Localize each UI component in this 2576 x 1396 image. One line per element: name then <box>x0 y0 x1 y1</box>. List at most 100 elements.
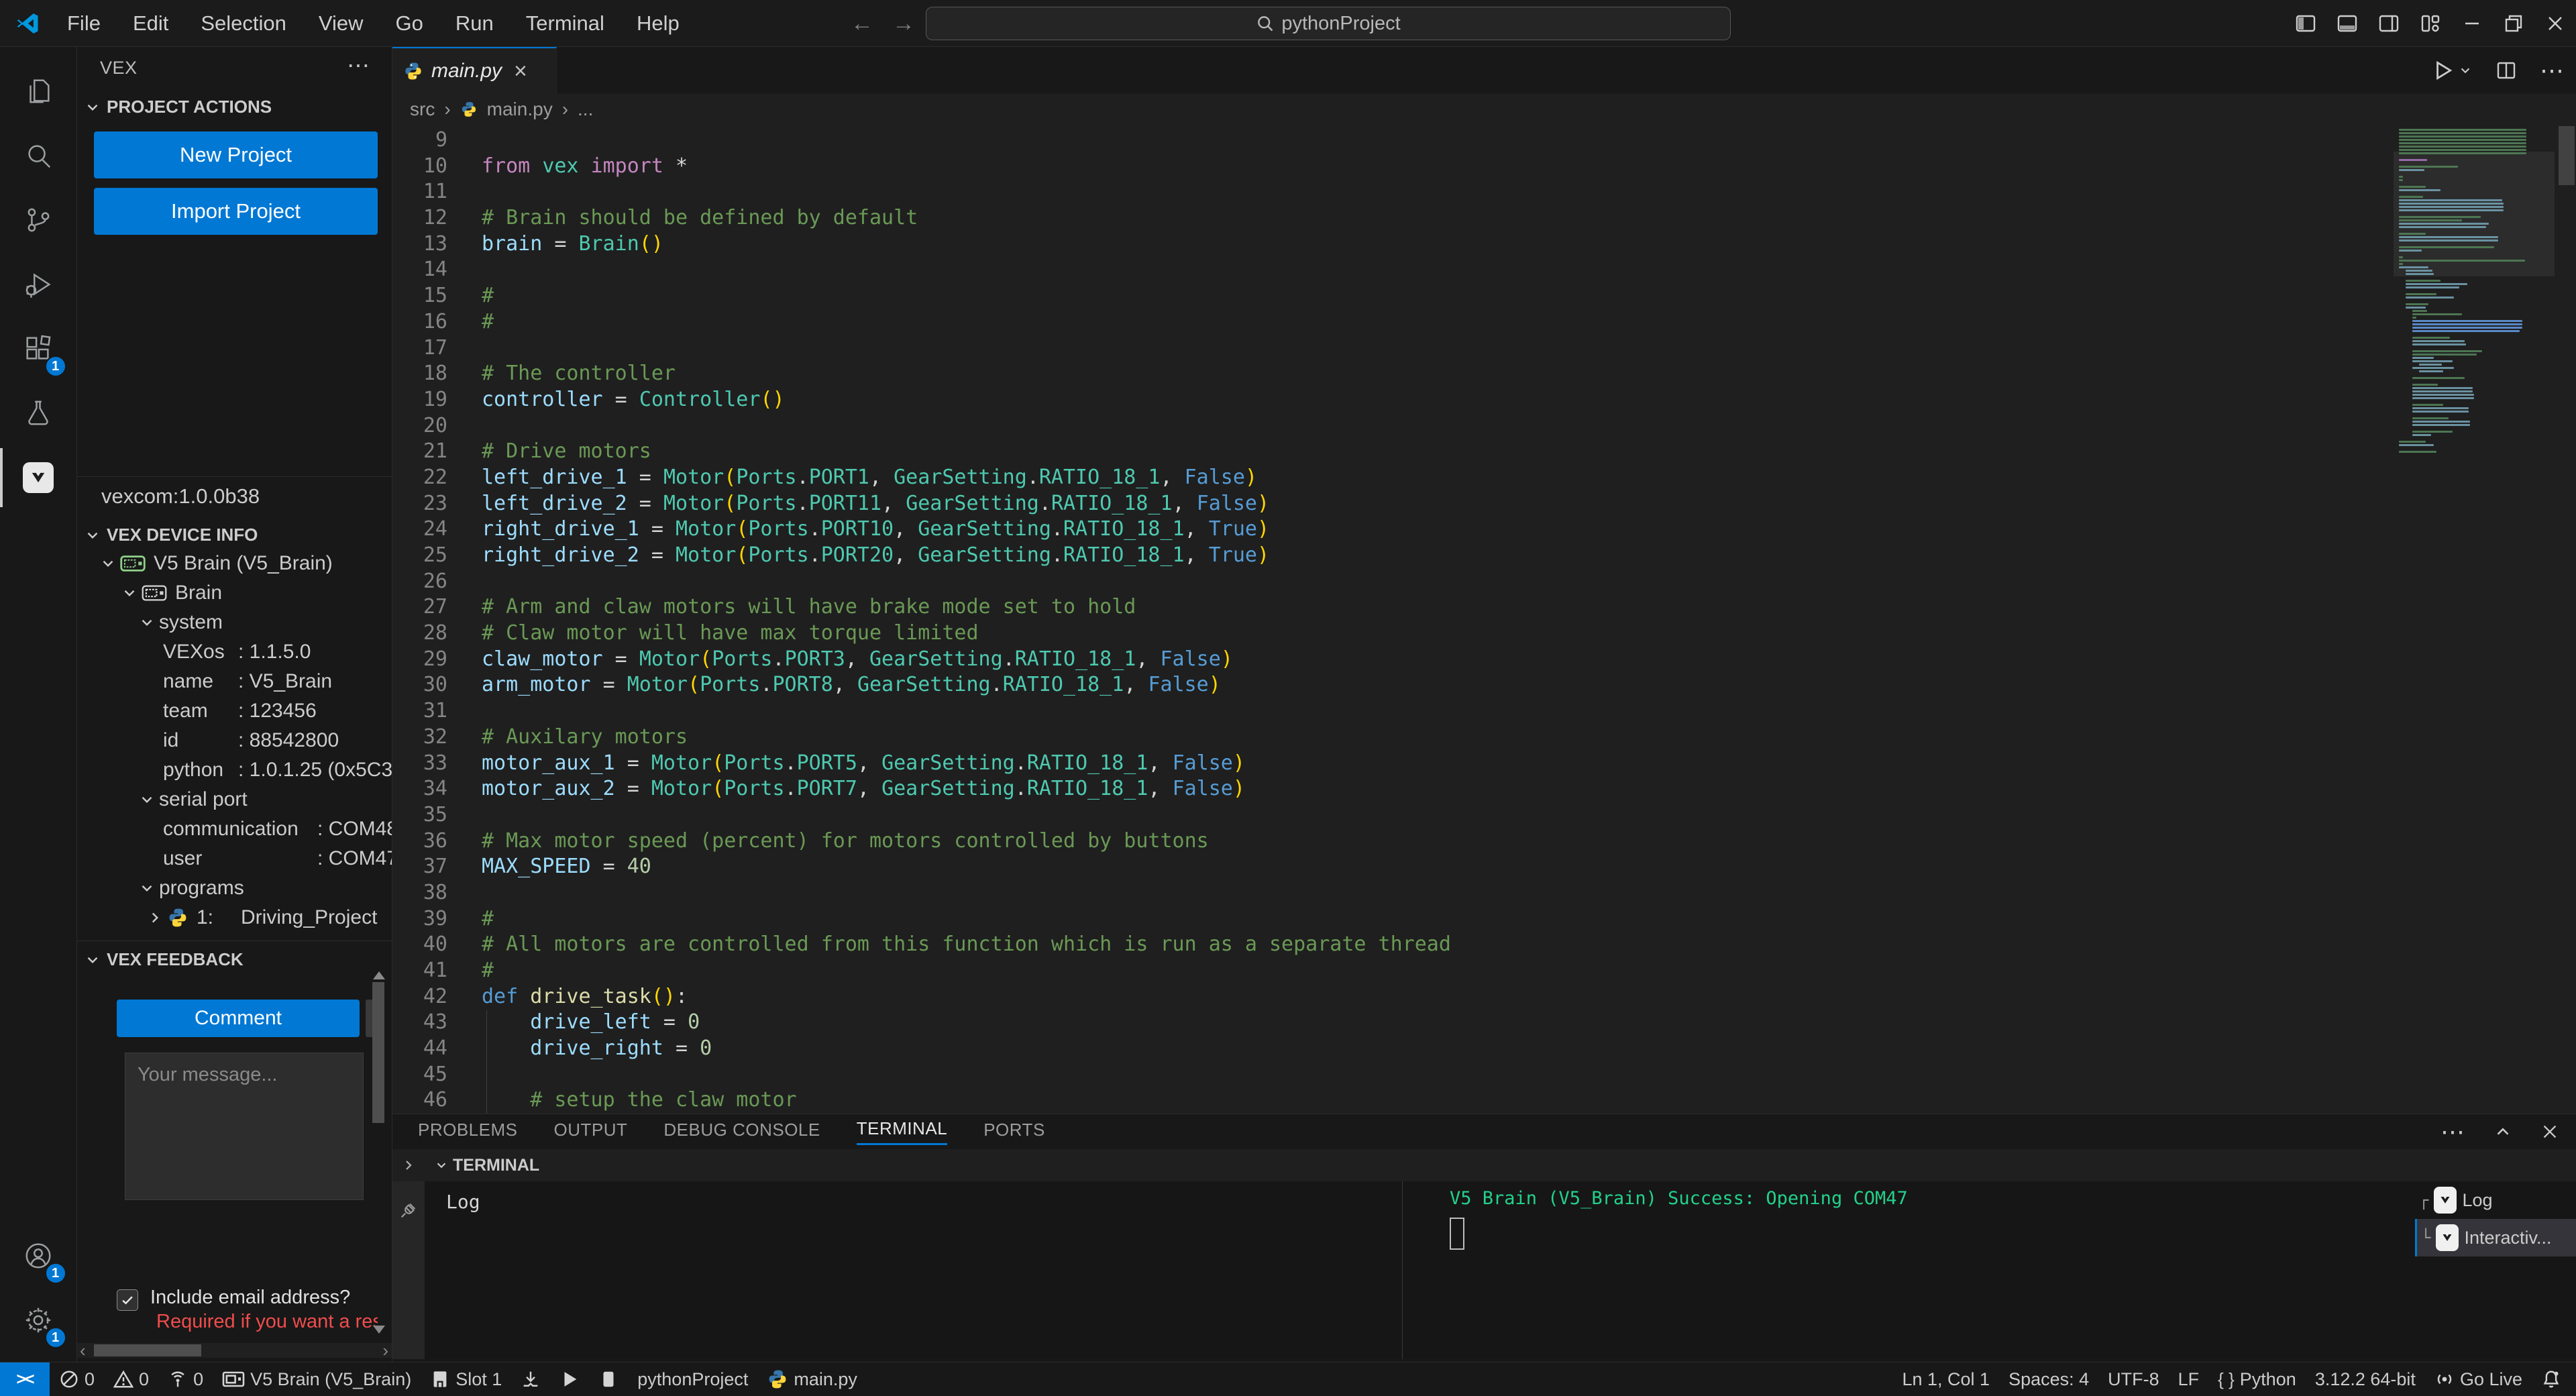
close-panel-icon[interactable] <box>2540 1122 2560 1142</box>
status-stop[interactable] <box>589 1362 628 1396</box>
restore-icon[interactable] <box>2493 0 2534 47</box>
new-project-button[interactable]: New Project <box>94 131 378 178</box>
code-line[interactable]: 28# Claw motor will have max torque limi… <box>392 621 1451 647</box>
sidebar-horizontal-scrollbar[interactable]: ‹› <box>77 1343 392 1358</box>
activity-testing[interactable] <box>0 381 77 445</box>
menu-view[interactable]: View <box>303 7 380 40</box>
tree-row-name[interactable]: name: V5_Brain <box>77 667 392 696</box>
section-project-actions[interactable]: PROJECT ACTIONS <box>84 97 272 117</box>
import-project-button[interactable]: Import Project <box>94 188 378 235</box>
tree-row-programs[interactable]: programs <box>77 873 392 903</box>
code-line[interactable]: 45 <box>392 1062 1451 1088</box>
toggle-sidebar-icon[interactable] <box>2285 0 2326 47</box>
code-line[interactable]: 9 <box>392 127 1451 154</box>
menu-terminal[interactable]: Terminal <box>510 7 621 40</box>
menu-run[interactable]: Run <box>439 7 510 40</box>
terminal-log-pane[interactable]: Log <box>425 1181 1402 1359</box>
code-line[interactable]: 46 # setup the claw motor <box>392 1087 1451 1114</box>
status-ln-1-col-1[interactable]: Ln 1, Col 1 <box>1892 1362 1999 1396</box>
panel-tab-output[interactable]: OUTPUT <box>554 1120 628 1144</box>
tree-row-brain[interactable]: Brain <box>77 578 392 608</box>
status-antenna[interactable]: 0 <box>158 1362 213 1396</box>
code-line[interactable]: 31 <box>392 698 1451 724</box>
toggle-secondary-sidebar-icon[interactable] <box>2368 0 2410 47</box>
code-line[interactable]: 10from vex import * <box>392 154 1451 180</box>
terminal-instance-log[interactable]: ┌Log <box>2415 1181 2576 1219</box>
tree-row-v5-brain-v5-brain-[interactable]: V5 Brain (V5_Brain) <box>77 549 392 578</box>
status-python[interactable]: main.py <box>757 1362 867 1396</box>
include-email-checkbox[interactable] <box>117 1289 138 1311</box>
activity-search[interactable] <box>0 123 77 188</box>
code-line[interactable]: 30arm_motor = Motor(Ports.PORT8, GearSet… <box>392 672 1451 698</box>
code-line[interactable]: 26 <box>392 569 1451 595</box>
activity-extensions[interactable]: 1 <box>0 317 77 381</box>
tree-row-system[interactable]: system <box>77 608 392 637</box>
code-line[interactable]: 17 <box>392 335 1451 362</box>
code-line[interactable]: 36# Max motor speed (percent) for motors… <box>392 828 1451 855</box>
code-line[interactable]: 42def drive_task(): <box>392 984 1451 1010</box>
close-window-icon[interactable] <box>2534 0 2576 47</box>
panel-tab-terminal[interactable]: TERMINAL <box>857 1118 947 1145</box>
disconnect-plug-icon[interactable] <box>398 1200 419 1220</box>
status-3-12-2-64-bit[interactable]: 3.12.2 64-bit <box>2306 1362 2425 1396</box>
tree-row-id[interactable]: id: 88542800 <box>77 726 392 755</box>
tab-close-icon[interactable]: × <box>514 58 527 85</box>
tree-row-team[interactable]: team: 123456 <box>77 696 392 726</box>
breadcrumb-symbol[interactable]: ... <box>578 99 593 120</box>
menu-go[interactable]: Go <box>380 7 439 40</box>
sidebar-more-icon[interactable]: ⋯ <box>347 52 371 79</box>
command-center-search[interactable]: pythonProject <box>926 7 1731 40</box>
status-download[interactable] <box>511 1362 550 1396</box>
code-line[interactable]: 25right_drive_2 = Motor(Ports.PORT20, Ge… <box>392 543 1451 569</box>
code-line[interactable]: 14 <box>392 257 1451 283</box>
code-line[interactable]: 16# <box>392 309 1451 335</box>
code-line[interactable]: 15# <box>392 283 1451 309</box>
breadcrumb-src[interactable]: src <box>410 99 435 120</box>
code-line[interactable]: 43 drive_left = 0 <box>392 1010 1451 1036</box>
panel-tab-ports[interactable]: PORTS <box>983 1120 1045 1144</box>
status-golive[interactable]: Go Live <box>2425 1362 2532 1396</box>
tree-row-user[interactable]: user: COM47 <box>77 844 392 873</box>
section-device-info[interactable]: VEX DEVICE INFO <box>84 525 258 545</box>
split-editor-icon[interactable] <box>2496 60 2517 81</box>
remote-indicator[interactable]: >< <box>0 1362 50 1396</box>
tree-row-vexos[interactable]: VEXos: 1.1.5.0 <box>77 637 392 667</box>
status-error[interactable]: 0 <box>50 1362 104 1396</box>
code-line[interactable]: 39# <box>392 906 1451 932</box>
code-line[interactable]: 13brain = Brain() <box>392 231 1451 258</box>
minimize-icon[interactable] <box>2451 0 2493 47</box>
tree-row-python[interactable]: python: 1.0.1.25 (0x5C3D... <box>77 755 392 785</box>
status-spaces-4[interactable]: Spaces: 4 <box>1999 1362 2098 1396</box>
maximize-panel-icon[interactable] <box>2493 1122 2513 1142</box>
customize-layout-icon[interactable] <box>2410 0 2451 47</box>
code-line[interactable]: 19controller = Controller() <box>392 387 1451 413</box>
code-line[interactable]: 34motor_aux_2 = Motor(Ports.PORT7, GearS… <box>392 776 1451 802</box>
menu-selection[interactable]: Selection <box>184 7 303 40</box>
toggle-panel-icon[interactable] <box>2326 0 2368 47</box>
expand-rail-icon[interactable] <box>400 1157 417 1173</box>
terminal-interactive-pane[interactable]: V5 Brain (V5_Brain) Success: Opening COM… <box>1403 1181 2415 1359</box>
code-line[interactable]: 35 <box>392 802 1451 828</box>
code-line[interactable]: 18# The controller <box>392 361 1451 387</box>
run-python-file-icon[interactable] <box>2431 59 2473 82</box>
code-line[interactable]: 44 drive_right = 0 <box>392 1036 1451 1062</box>
feedback-vertical-scrollbar[interactable] <box>371 971 387 1334</box>
comment-button[interactable]: Comment <box>117 1000 360 1037</box>
nav-back-icon[interactable]: ← <box>851 11 873 37</box>
code-line[interactable]: 38 <box>392 880 1451 906</box>
activity-explorer[interactable] <box>0 59 77 123</box>
status-braces[interactable]: { }Python <box>2208 1362 2306 1396</box>
menu-edit[interactable]: Edit <box>117 7 184 40</box>
activity-source-control[interactable] <box>0 188 77 252</box>
nav-forward-icon[interactable]: → <box>892 11 915 37</box>
code-line[interactable]: 12# Brain should be defined by default <box>392 205 1451 231</box>
code-line[interactable]: 24right_drive_1 = Motor(Ports.PORT10, Ge… <box>392 517 1451 543</box>
code-line[interactable]: 11 <box>392 179 1451 205</box>
menu-help[interactable]: Help <box>621 7 696 40</box>
activity-accounts[interactable]: 1 <box>0 1224 77 1288</box>
tree-row-communication[interactable]: communication: COM48 <box>77 814 392 844</box>
code-line[interactable]: 23left_drive_2 = Motor(Ports.PORT11, Gea… <box>392 491 1451 517</box>
code-line[interactable]: 21# Drive motors <box>392 439 1451 465</box>
section-vex-feedback[interactable]: VEX FEEDBACK <box>84 949 244 970</box>
code-line[interactable]: 29claw_motor = Motor(Ports.PORT3, GearSe… <box>392 647 1451 673</box>
